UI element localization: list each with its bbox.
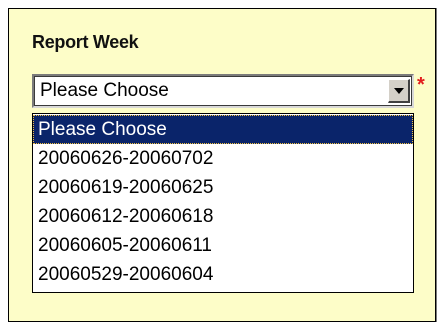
option-please-choose[interactable]: Please Choose bbox=[33, 115, 413, 144]
report-week-label: Report Week bbox=[32, 32, 139, 52]
option-20060612-20060618[interactable]: 20060612-20060618 bbox=[33, 202, 413, 231]
dropdown-options-list[interactable]: Please Choose 20060626-20060702 20060619… bbox=[32, 113, 414, 293]
option-20060605-20060611[interactable]: 20060605-20060611 bbox=[33, 231, 413, 260]
option-20060619-20060625[interactable]: 20060619-20060625 bbox=[33, 173, 413, 202]
select-current-value: Please Choose bbox=[40, 80, 169, 101]
screenshot-stage: Report Week Please Choose * Please Choos… bbox=[0, 0, 445, 331]
chevron-down-icon bbox=[394, 88, 404, 94]
required-asterisk: * bbox=[417, 74, 425, 96]
option-20060529-20060604[interactable]: 20060529-20060604 bbox=[33, 260, 413, 289]
dropdown-button[interactable] bbox=[388, 79, 410, 103]
report-week-select[interactable]: Please Choose bbox=[32, 74, 414, 108]
option-20060626-20060702[interactable]: 20060626-20060702 bbox=[33, 144, 413, 173]
